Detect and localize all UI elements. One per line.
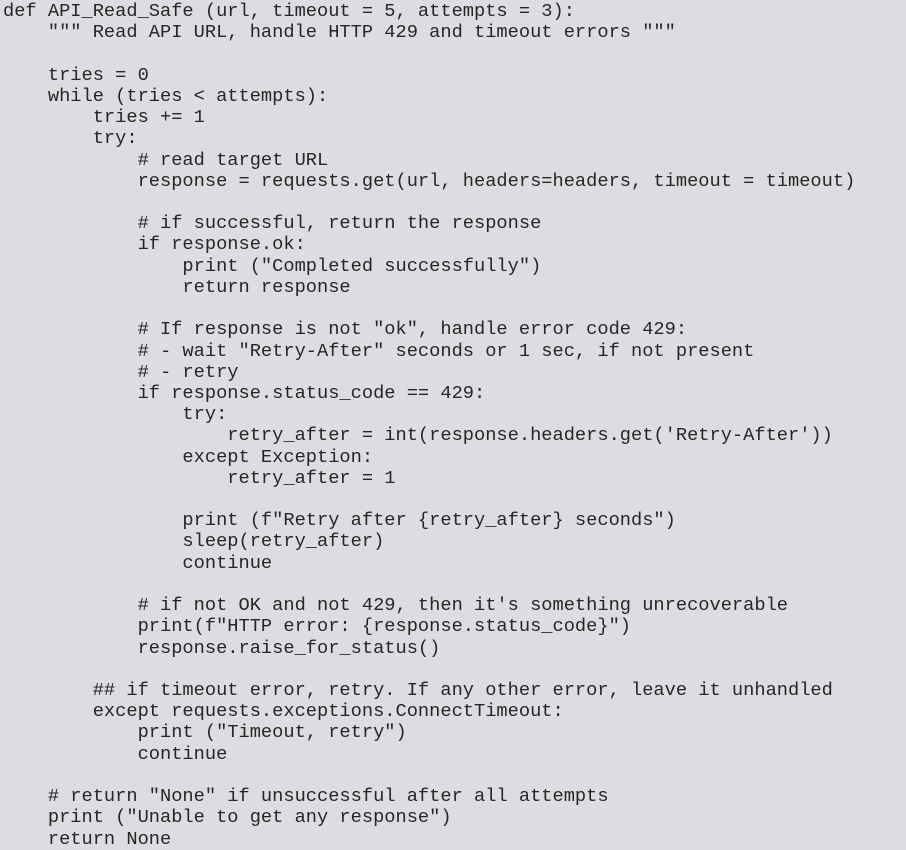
code-line: except requests.exceptions.ConnectTimeou… xyxy=(3,700,564,723)
code-block: def API_Read_Safe (url, timeout = 5, att… xyxy=(3,0,856,850)
code-line-comment: # - wait "Retry-After" seconds or 1 sec,… xyxy=(3,339,755,362)
code-line-comment: ## if timeout error, retry. If any other… xyxy=(3,679,833,701)
code-line-comment: # read target URL xyxy=(3,148,329,171)
code-line: try: xyxy=(3,403,228,426)
code-line-comment: # - retry xyxy=(3,360,239,383)
code-line: print (f"Retry after {retry_after} secon… xyxy=(3,509,676,532)
code-line: tries += 1 xyxy=(3,106,205,129)
code-line: continue xyxy=(3,742,228,765)
code-line-return: return None xyxy=(3,827,172,850)
code-line: tries = 0 xyxy=(3,63,149,86)
code-line-docstring: """ Read API URL, handle HTTP 429 and ti… xyxy=(3,21,676,44)
code-line: retry_after = 1 xyxy=(3,466,396,489)
code-line: response.raise_for_status() xyxy=(3,636,441,659)
code-line: return response xyxy=(3,275,351,298)
code-line-comment: # If response is not "ok", handle error … xyxy=(3,318,688,341)
code-line: continue xyxy=(3,551,273,574)
code-line: print ("Unable to get any response") xyxy=(3,806,452,829)
code-line: print ("Completed successfully") xyxy=(3,254,542,277)
code-line-comment: # return "None" if unsuccessful after al… xyxy=(3,785,609,808)
code-line-comment: # if not OK and not 429, then it's somet… xyxy=(3,594,789,617)
code-line: try: xyxy=(3,127,138,150)
code-line: sleep(retry_after) xyxy=(3,530,385,553)
code-line: if response.status_code == 429: xyxy=(3,381,486,404)
code-line: print(f"HTTP error: {response.status_cod… xyxy=(3,615,632,638)
code-line: retry_after = int(response.headers.get('… xyxy=(3,424,833,447)
code-line: except Exception: xyxy=(3,445,374,468)
code-line: response = requests.get(url, headers=hea… xyxy=(3,169,856,192)
code-line: print ("Timeout, retry") xyxy=(3,721,407,744)
code-line: if response.ok: xyxy=(3,233,306,256)
code-line: while (tries < attempts): xyxy=(3,84,329,107)
code-line-comment: # if successful, return the response xyxy=(3,212,542,235)
code-line-function-def: def API_Read_Safe (url, timeout = 5, att… xyxy=(3,0,575,22)
